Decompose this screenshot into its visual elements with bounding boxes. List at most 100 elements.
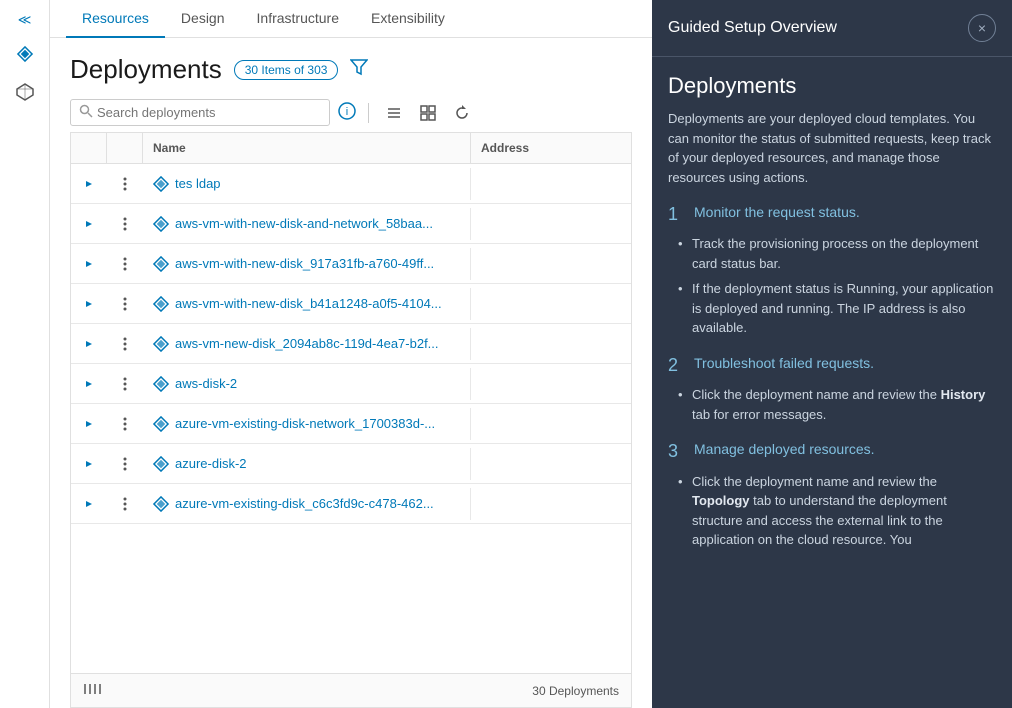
step-1-bullet-1: Track the provisioning process on the de… [692, 234, 996, 273]
items-count-badge: 30 Items of 303 [234, 60, 339, 80]
sidebar-icon-cube[interactable] [9, 76, 41, 108]
deployment-icon [153, 336, 169, 352]
row-name[interactable]: aws-vm-with-new-disk_b41a1248-a0f5-4104.… [143, 288, 471, 320]
row-actions-button[interactable] [107, 497, 143, 511]
sidebar-toggle[interactable]: ≪ [9, 8, 41, 32]
table-row: aws-vm-with-new-disk_b41a1248-a0f5-4104.… [71, 284, 631, 324]
row-address [471, 296, 631, 312]
guided-step-3: 3 Manage deployed resources. Click the d… [668, 440, 996, 549]
row-expand-button[interactable] [71, 299, 107, 309]
guided-body: Deployments Deployments are your deploye… [652, 57, 1012, 582]
guided-step-1: 1 Monitor the request status. Track the … [668, 203, 996, 338]
row-name[interactable]: azure-vm-existing-disk_c6c3fd9c-c478-462… [143, 488, 471, 520]
row-expand-button[interactable] [71, 459, 107, 469]
row-name-text: azure-vm-existing-disk-network_1700383d-… [175, 416, 435, 431]
deployment-icon [153, 416, 169, 432]
search-box[interactable] [70, 99, 330, 126]
row-name[interactable]: aws-vm-with-new-disk-and-network_58baa..… [143, 208, 471, 240]
col-name-header: Name [143, 133, 471, 163]
page-header: Deployments 30 Items of 303 [50, 38, 652, 93]
row-address [471, 176, 631, 192]
step-2-bullet-1: Click the deployment name and review the… [692, 385, 996, 424]
row-expand-button[interactable] [71, 339, 107, 349]
row-actions-button[interactable] [107, 417, 143, 431]
row-address [471, 496, 631, 512]
cube-icon [15, 82, 35, 102]
step-1-number: 1 [668, 203, 684, 226]
table-footer: 30 Deployments [71, 673, 631, 707]
col-expand-header [71, 133, 107, 163]
row-actions-button[interactable] [107, 297, 143, 311]
row-actions-button[interactable] [107, 337, 143, 351]
row-name-text: azure-vm-existing-disk_c6c3fd9c-c478-462… [175, 496, 434, 511]
col-address-header: Address [471, 133, 631, 163]
deployment-icon [153, 256, 169, 272]
row-expand-button[interactable] [71, 219, 107, 229]
deployment-icon [153, 176, 169, 192]
filter-icon[interactable] [350, 58, 368, 81]
row-name[interactable]: azure-disk-2 [143, 448, 471, 480]
step-1-bullets: Track the provisioning process on the de… [668, 234, 996, 338]
guided-header-title: Guided Setup Overview [668, 19, 837, 37]
toolbar-separator [368, 103, 369, 123]
deployments-count: 30 Deployments [532, 684, 619, 698]
info-button[interactable]: i [338, 102, 356, 123]
step-3-header: 3 Manage deployed resources. [668, 440, 996, 463]
step-1-title: Monitor the request status. [694, 203, 860, 221]
row-expand-button[interactable] [71, 179, 107, 189]
row-name-text: aws-vm-new-disk_2094ab8c-119d-4ea7-b2f..… [175, 336, 439, 351]
grid-view-button[interactable] [415, 102, 441, 124]
table-header: Name Address [71, 133, 631, 164]
guided-panel: Guided Setup Overview × Deployments Depl… [652, 0, 1012, 708]
step-2-title: Troubleshoot failed requests. [694, 354, 874, 372]
deployment-icon [153, 216, 169, 232]
page-title: Deployments [70, 54, 222, 85]
row-name[interactable]: aws-vm-with-new-disk_917a31fb-a760-49ff.… [143, 248, 471, 280]
row-actions-button[interactable] [107, 257, 143, 271]
table-row: aws-vm-new-disk_2094ab8c-119d-4ea7-b2f..… [71, 324, 631, 364]
toolbar: i [50, 93, 652, 132]
row-address [471, 376, 631, 392]
table-row: aws-disk-2 [71, 364, 631, 404]
row-expand-button[interactable] [71, 419, 107, 429]
row-expand-button[interactable] [71, 259, 107, 269]
table-row: aws-vm-with-new-disk_917a31fb-a760-49ff.… [71, 244, 631, 284]
topology-highlight: Topology [692, 493, 750, 508]
tab-resources[interactable]: Resources [66, 0, 165, 38]
columns-button[interactable] [83, 682, 101, 699]
step-2-number: 2 [668, 354, 684, 377]
search-input[interactable] [97, 105, 321, 120]
row-actions-button[interactable] [107, 177, 143, 191]
step-3-number: 3 [668, 440, 684, 463]
close-guided-panel-button[interactable]: × [968, 14, 996, 42]
table-row: aws-vm-with-new-disk-and-network_58baa..… [71, 204, 631, 244]
nav-tabs: Resources Design Infrastructure Extensib… [50, 0, 652, 38]
tab-infrastructure[interactable]: Infrastructure [241, 0, 355, 38]
step-3-bullet-1: Click the deployment name and review the… [692, 472, 996, 550]
row-name[interactable]: aws-vm-new-disk_2094ab8c-119d-4ea7-b2f..… [143, 328, 471, 360]
row-name[interactable]: tes ldap [143, 168, 471, 200]
list-view-button[interactable] [381, 102, 407, 124]
table-row: azure-vm-existing-disk_c6c3fd9c-c478-462… [71, 484, 631, 524]
row-address [471, 336, 631, 352]
row-name[interactable]: azure-vm-existing-disk-network_1700383d-… [143, 408, 471, 440]
row-expand-button[interactable] [71, 379, 107, 389]
row-name[interactable]: aws-disk-2 [143, 368, 471, 400]
row-name-text: aws-vm-with-new-disk_917a31fb-a760-49ff.… [175, 256, 434, 271]
tab-design[interactable]: Design [165, 0, 241, 38]
row-actions-button[interactable] [107, 377, 143, 391]
guided-step-2: 2 Troubleshoot failed requests. Click th… [668, 354, 996, 424]
history-highlight: History [941, 387, 986, 402]
table-body: tes ldap aws-vm-with-new-disk-and-netw [71, 164, 631, 673]
chevron-left-icon: ≪ [18, 12, 32, 28]
refresh-button[interactable] [449, 102, 475, 124]
sidebar-icon-diamond[interactable] [9, 38, 41, 70]
step-2-bullets: Click the deployment name and review the… [668, 385, 996, 424]
row-actions-button[interactable] [107, 217, 143, 231]
table-row: tes ldap [71, 164, 631, 204]
tab-extensibility[interactable]: Extensibility [355, 0, 461, 38]
row-address [471, 256, 631, 272]
row-expand-button[interactable] [71, 499, 107, 509]
col-actions-header [107, 133, 143, 163]
row-actions-button[interactable] [107, 457, 143, 471]
